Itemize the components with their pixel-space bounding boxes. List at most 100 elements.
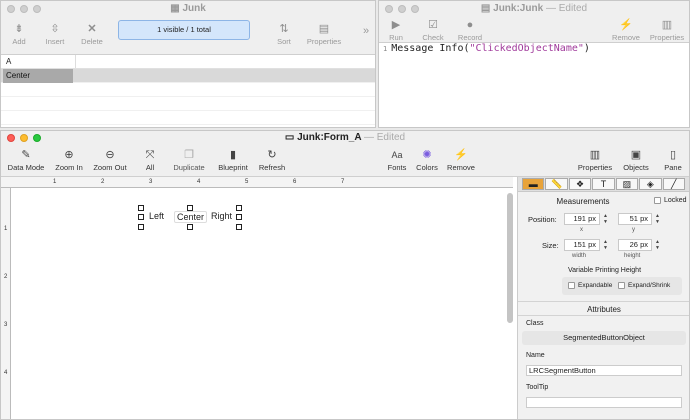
tab-text-icon[interactable]: T xyxy=(592,178,615,190)
properties-button[interactable]: ▥ Properties xyxy=(647,19,687,42)
tab-objects-icon[interactable]: ❖ xyxy=(568,178,592,190)
x-stepper[interactable]: ▲ ▼ xyxy=(602,213,609,225)
zoom-out-button[interactable]: ⊖ Zoom Out xyxy=(91,149,129,172)
tab-data-icon[interactable]: ◈ xyxy=(639,178,662,190)
width-caption: width xyxy=(572,253,587,259)
insert-button[interactable]: ⇳ Insert xyxy=(41,23,69,46)
inspector-panel: ▬ 📏 ❖ T ▨ ◈ ╱ Locked Measurements Positi… xyxy=(517,177,689,419)
ruler-mark: 4 xyxy=(197,179,201,185)
resize-handle[interactable] xyxy=(236,214,242,220)
ruler-mark: 6 xyxy=(293,179,297,185)
x-caption: x xyxy=(580,227,583,233)
width-stepper[interactable]: ▲ ▼ xyxy=(602,239,609,251)
ruler-mark: 1 xyxy=(4,226,8,232)
position-label: Position: xyxy=(528,215,557,224)
script-icon: ▤ xyxy=(480,3,494,14)
locked-checkbox[interactable] xyxy=(654,197,661,204)
remove-button[interactable]: ⚡ Remove xyxy=(611,19,641,42)
name-field[interactable]: LRCSegmentButton xyxy=(526,365,682,376)
class-value-box: SegmentedButtonObject xyxy=(522,331,686,345)
table-row[interactable]: Center xyxy=(1,69,375,83)
duplicate-icon: ❐ xyxy=(184,149,194,161)
resize-handle[interactable] xyxy=(138,205,144,211)
expand-shrink-checkbox[interactable] xyxy=(618,282,625,289)
column-header[interactable]: A xyxy=(1,55,375,69)
refresh-button[interactable]: ↻ Refresh xyxy=(255,149,289,172)
height-stepper[interactable]: ▲ ▼ xyxy=(654,239,661,251)
add-button[interactable]: ⇟ Add xyxy=(7,23,31,46)
expandable-checkbox[interactable] xyxy=(568,282,575,289)
empty-row xyxy=(1,83,375,97)
horizontal-ruler: 1 2 3 4 5 6 7 xyxy=(1,177,513,188)
y-field[interactable]: 51 px xyxy=(618,213,652,225)
height-field[interactable]: 26 px xyxy=(618,239,652,251)
objects-button[interactable]: ▣ Objects xyxy=(621,149,651,172)
properties-button[interactable]: ▥ Properties xyxy=(575,149,615,172)
zoom-in-button[interactable]: ⊕ Zoom In xyxy=(53,149,85,172)
properties-icon: ▤ xyxy=(318,23,330,35)
fonts-icon: Aa xyxy=(391,150,403,160)
expandable-label: Expandable xyxy=(578,282,613,289)
form-toolbar: ✎ Data Mode ⊕ Zoom In ⊖ Zoom Out ⤧ All ❐ Dupl… xyxy=(1,145,689,177)
pen-icon: ✎ xyxy=(21,149,31,161)
resize-handle[interactable] xyxy=(187,205,193,211)
sort-button[interactable]: ⇅ Sort xyxy=(273,23,295,46)
properties-icon: ▥ xyxy=(661,19,673,31)
class-value: SegmentedButtonObject xyxy=(563,333,645,342)
resize-handle[interactable] xyxy=(236,205,242,211)
ruler-mark: 2 xyxy=(4,274,8,280)
run-button[interactable]: ▶ Run xyxy=(385,19,407,42)
form-window-titlebar[interactable]: ▭ Junk:Form_A — Edited xyxy=(1,131,689,145)
checkmark-icon: ☑ xyxy=(428,19,438,31)
x-field[interactable]: 191 px xyxy=(564,213,600,225)
blueprint-button[interactable]: ▮ Blueprint xyxy=(213,149,253,172)
y-stepper[interactable]: ▲ ▼ xyxy=(654,213,661,225)
column-divider xyxy=(75,55,76,68)
window-title: ▭ Junk:Form_A — Edited xyxy=(284,132,406,143)
microphone-icon: ● xyxy=(466,19,474,31)
ruler-mark: 3 xyxy=(4,322,8,328)
tab-ruler-icon[interactable]: 📏 xyxy=(545,178,568,190)
segment-left[interactable]: Left xyxy=(149,211,164,221)
tab-style-icon[interactable]: ▨ xyxy=(615,178,639,190)
expand-icon: ⤧ xyxy=(145,149,155,161)
play-icon: ▶ xyxy=(391,19,401,31)
record-button[interactable]: ● Record xyxy=(455,19,485,42)
properties-button[interactable]: ▤ Properties xyxy=(304,23,344,46)
layout-canvas[interactable]: Left Center Right xyxy=(12,189,505,419)
window-title: ▦ Junk xyxy=(170,3,206,14)
pane-button[interactable]: ▯ Pane xyxy=(659,149,687,172)
delete-icon: ✕ xyxy=(87,23,97,35)
script-editor[interactable]: 1 Message Info("ClickedObjectName") xyxy=(379,43,689,127)
ruler-mark: 4 xyxy=(4,370,8,376)
table-cell[interactable]: Center xyxy=(3,69,73,83)
window-title: ▤ Junk:Junk — Edited xyxy=(480,3,588,14)
height-caption: height xyxy=(624,253,641,259)
list-window-titlebar[interactable]: ▦ Junk xyxy=(1,1,375,17)
inspector-tabs: ▬ 📏 ❖ T ▨ ◈ ╱ xyxy=(518,177,689,192)
data-mode-button[interactable]: ✎ Data Mode xyxy=(5,149,47,172)
script-window-titlebar[interactable]: ▤ Junk:Junk — Edited xyxy=(379,1,689,17)
list-toolbar: ⇟ Add ⇳ Insert ✕ Delete 1 visible / 1 total… xyxy=(1,17,375,55)
delete-button[interactable]: ✕ Delete xyxy=(77,23,107,46)
list-window: ▦ Junk ⇟ Add ⇳ Insert ✕ Delete 1 visible / … xyxy=(0,0,376,128)
tooltip-field[interactable] xyxy=(526,397,682,408)
overflow-button[interactable]: » xyxy=(359,25,373,37)
colors-button[interactable]: ✺ Colors xyxy=(413,149,441,172)
check-button[interactable]: ☑ Check xyxy=(419,19,447,42)
width-field[interactable]: 151 px xyxy=(564,239,600,251)
duplicate-button[interactable]: ❐ Duplicate xyxy=(169,149,209,172)
vertical-scrollbar[interactable] xyxy=(507,193,513,323)
resize-handle[interactable] xyxy=(138,224,144,230)
fonts-button[interactable]: Aa Fonts xyxy=(383,149,411,172)
all-button[interactable]: ⤧ All xyxy=(139,149,161,172)
resize-handle[interactable] xyxy=(187,224,193,230)
segmented-button[interactable]: Left Center Right xyxy=(138,205,242,230)
segment-right[interactable]: Right xyxy=(211,211,232,221)
tab-brush-icon[interactable]: ╱ xyxy=(662,178,685,190)
tab-position-icon[interactable]: ▬ xyxy=(522,178,545,190)
remove-button[interactable]: ⚡ Remove xyxy=(445,149,477,172)
segment-center[interactable]: Center xyxy=(174,211,208,223)
resize-handle[interactable] xyxy=(138,214,144,220)
resize-handle[interactable] xyxy=(236,224,242,230)
